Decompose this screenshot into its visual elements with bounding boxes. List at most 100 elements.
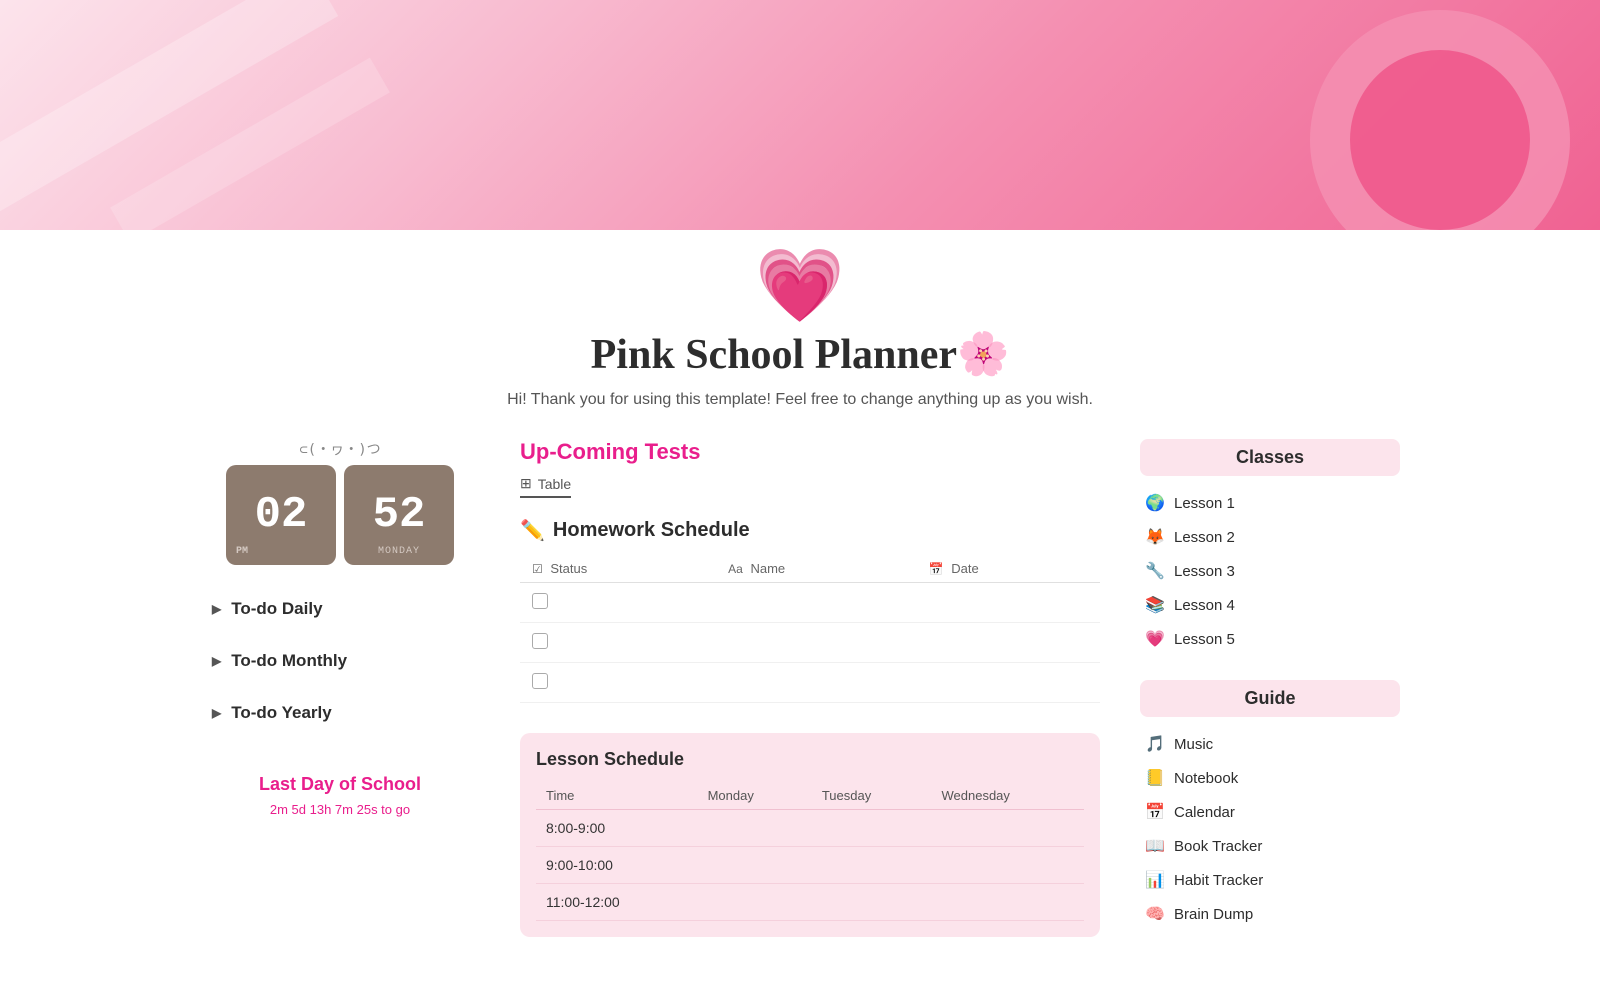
class-label-5: Lesson 5 [1174,631,1235,648]
todo-item-monthly[interactable]: ▶ To-do Monthly [200,637,480,685]
lesson-schedule-title: Lesson Schedule [536,749,1084,770]
lesson-tue-1[interactable] [812,810,932,847]
notebook-emoji: 📒 [1144,768,1166,788]
lesson-wed-2[interactable] [932,847,1085,884]
clock-day-label: MONDAY [378,546,420,557]
class-item-3[interactable]: 🔧 Lesson 3 [1140,554,1400,588]
lesson-tue-2[interactable] [812,847,932,884]
classes-section: Classes 🌍 Lesson 1 🦊 Lesson 2 🔧 Lesson 3 [1140,439,1400,656]
name-text-icon: Aa [728,562,743,576]
lesson-time-2: 9:00-10:00 [536,847,698,884]
upcoming-tests-section: Up-Coming Tests ⊞ Table [520,439,1100,498]
clock-widget: ⊂(・ヮ・)つ 02 PM 52 MONDAY [200,439,480,565]
homework-header: ✏️ Homework Schedule [520,518,1100,543]
page-subtitle: Hi! Thank you for using this template! F… [200,391,1400,409]
guide-item-music[interactable]: 🎵 Music [1140,727,1400,761]
lesson-col-monday: Monday [698,782,812,810]
class-emoji-5: 💗 [1144,629,1166,649]
guide-items: 🎵 Music 📒 Notebook 📅 Calendar 📖 Book Tra… [1140,727,1400,931]
hw-name-cell[interactable] [716,623,917,663]
middle-column: Up-Coming Tests ⊞ Table ✏️ Homework Sche… [520,439,1100,955]
homework-table: ☑ Status Aa Name 📅 Date [520,555,1100,703]
hw-status-cell[interactable] [520,623,716,663]
class-item-5[interactable]: 💗 Lesson 5 [1140,622,1400,656]
hw-checkbox[interactable] [532,633,548,649]
right-column: Classes 🌍 Lesson 1 🦊 Lesson 2 🔧 Lesson 3 [1140,439,1400,955]
table-tab-label: Table [538,476,571,492]
class-label-3: Lesson 3 [1174,563,1235,580]
clock-hours: 02 [255,490,308,540]
lesson-mon-1[interactable] [698,810,812,847]
lesson-mon-3[interactable] [698,884,812,921]
homework-col-name: Aa Name [716,555,917,583]
homework-col-date: 📅 Date [917,555,1100,583]
last-day-title: Last Day of School [216,773,464,796]
lesson-time-1: 8:00-9:00 [536,810,698,847]
hero-circle-inner [1350,50,1530,230]
class-emoji-4: 📚 [1144,595,1166,615]
hw-checkbox[interactable] [532,673,548,689]
guide-item-notebook[interactable]: 📒 Notebook [1140,761,1400,795]
music-emoji: 🎵 [1144,734,1166,754]
clock-display: 02 PM 52 MONDAY [200,465,480,565]
upcoming-tests-title: Up-Coming Tests [520,439,1100,465]
date-cal-icon: 📅 [929,562,944,576]
lesson-wed-1[interactable] [932,810,1085,847]
hw-status-cell[interactable] [520,663,716,703]
guide-item-calendar[interactable]: 📅 Calendar [1140,795,1400,829]
guide-item-habit-tracker[interactable]: 📊 Habit Tracker [1140,863,1400,897]
lesson-mon-2[interactable] [698,847,812,884]
class-item-2[interactable]: 🦊 Lesson 2 [1140,520,1400,554]
guide-item-brain-dump[interactable]: 🧠 Brain Dump [1140,897,1400,931]
class-item-1[interactable]: 🌍 Lesson 1 [1140,486,1400,520]
homework-emoji: ✏️ [520,518,545,543]
status-check-icon: ☑ [532,562,543,576]
habit-tracker-emoji: 📊 [1144,870,1166,890]
table-icon: ⊞ [520,475,532,492]
clock-hours-block: 02 PM [226,465,336,565]
guide-section: Guide 🎵 Music 📒 Notebook 📅 Calendar [1140,680,1400,931]
guide-label-book-tracker: Book Tracker [1174,838,1262,855]
table-row [520,583,1100,623]
todo-label-monthly: To-do Monthly [231,651,347,671]
last-day-widget: Last Day of School 2m 5d 13h 7m 25s to g… [200,757,480,833]
guide-item-book-tracker[interactable]: 📖 Book Tracker [1140,829,1400,863]
lesson-table-header-row: Time Monday Tuesday Wednesday [536,782,1084,810]
hw-date-cell[interactable] [917,623,1100,663]
todo-item-daily[interactable]: ▶ To-do Daily [200,585,480,633]
lesson-col-wednesday: Wednesday [932,782,1085,810]
lesson-col-tuesday: Tuesday [812,782,932,810]
guide-header: Guide [1140,680,1400,717]
class-label-4: Lesson 4 [1174,597,1235,614]
table-tab[interactable]: ⊞ Table [520,475,571,498]
lesson-col-time: Time [536,782,698,810]
lesson-schedule-table: Time Monday Tuesday Wednesday 8:00-9:00 [536,782,1084,921]
todo-item-yearly[interactable]: ▶ To-do Yearly [200,689,480,737]
hw-date-cell[interactable] [917,583,1100,623]
guide-label-music: Music [1174,736,1213,753]
hw-date-cell[interactable] [917,663,1100,703]
todo-arrow-daily: ▶ [212,602,221,616]
hw-name-cell[interactable] [716,583,917,623]
hw-name-cell[interactable] [716,663,917,703]
guide-label-brain-dump: Brain Dump [1174,906,1253,923]
clock-minutes-block: 52 MONDAY [344,465,454,565]
hw-checkbox[interactable] [532,593,548,609]
main-layout: ⊂(・ヮ・)つ 02 PM 52 MONDAY ▶ To-do Daily [200,439,1400,955]
lesson-schedule-section: Lesson Schedule Time Monday Tuesday Wedn… [520,733,1100,937]
brain-dump-emoji: 🧠 [1144,904,1166,924]
class-item-4[interactable]: 📚 Lesson 4 [1140,588,1400,622]
calendar-emoji: 📅 [1144,802,1166,822]
table-row: 11:00-12:00 [536,884,1084,921]
book-tracker-emoji: 📖 [1144,836,1166,856]
table-row [520,623,1100,663]
lesson-wed-3[interactable] [932,884,1085,921]
lesson-tue-3[interactable] [812,884,932,921]
todo-label-daily: To-do Daily [231,599,322,619]
class-label-1: Lesson 1 [1174,495,1235,512]
clock-pm-label: PM [236,546,248,557]
lesson-time-3: 11:00-12:00 [536,884,698,921]
class-emoji-1: 🌍 [1144,493,1166,513]
hero-banner [0,0,1600,230]
hw-status-cell[interactable] [520,583,716,623]
